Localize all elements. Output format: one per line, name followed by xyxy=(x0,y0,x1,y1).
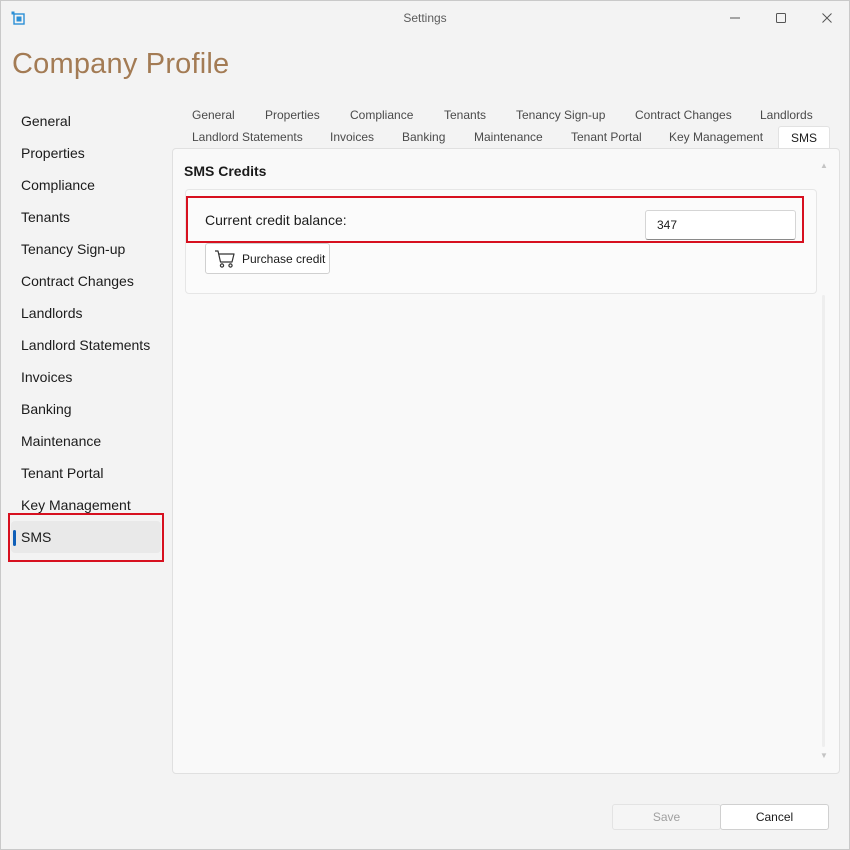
tab-row-2: Landlord Statements Invoices Banking Mai… xyxy=(173,126,841,150)
tab-compliance[interactable]: Compliance xyxy=(350,104,413,126)
sidebar-item-landlords[interactable]: Landlords xyxy=(11,297,161,329)
section-title: SMS Credits xyxy=(184,163,267,179)
sidebar-item-tenants[interactable]: Tenants xyxy=(11,201,161,233)
tab-tenants[interactable]: Tenants xyxy=(444,104,486,126)
sidebar-item-sms[interactable]: SMS xyxy=(11,521,161,553)
tab-maintenance[interactable]: Maintenance xyxy=(474,126,543,148)
sidebar-item-maintenance[interactable]: Maintenance xyxy=(11,425,161,457)
tab-landlord-statements[interactable]: Landlord Statements xyxy=(192,126,303,148)
sidebar-item-general[interactable]: General xyxy=(11,105,161,137)
sidebar-item-properties[interactable]: Properties xyxy=(11,137,161,169)
cancel-button[interactable]: Cancel xyxy=(720,804,829,830)
tab-tenancy-sign-up[interactable]: Tenancy Sign-up xyxy=(516,104,605,126)
scrollbar-track[interactable] xyxy=(822,295,825,747)
tab-general[interactable]: General xyxy=(192,104,235,126)
close-button[interactable] xyxy=(804,1,850,35)
sidebar-item-contract-changes[interactable]: Contract Changes xyxy=(11,265,161,297)
tab-row-1: General Properties Compliance Tenants Te… xyxy=(173,104,841,126)
sidebar-item-key-management[interactable]: Key Management xyxy=(11,489,161,521)
tab-sms[interactable]: SMS xyxy=(778,126,831,150)
sidebar-item-invoices[interactable]: Invoices xyxy=(11,361,161,393)
credit-balance-label: Current credit balance: xyxy=(205,212,347,228)
sidebar-item-compliance[interactable]: Compliance xyxy=(11,169,161,201)
tab-contract-changes[interactable]: Contract Changes xyxy=(635,104,732,126)
page-title: Company Profile xyxy=(12,48,230,80)
shopping-cart-icon xyxy=(215,249,235,268)
sidebar-item-banking[interactable]: Banking xyxy=(11,393,161,425)
credit-balance-field[interactable]: 347 xyxy=(645,210,796,240)
purchase-credit-label: Purchase credit xyxy=(242,251,326,266)
tab-banking[interactable]: Banking xyxy=(402,126,445,148)
scroll-down-arrow-icon[interactable]: ▼ xyxy=(819,751,829,761)
settings-tabs: General Properties Compliance Tenants Te… xyxy=(173,104,841,150)
maximize-icon xyxy=(776,13,786,23)
close-icon xyxy=(822,13,832,23)
tab-properties[interactable]: Properties xyxy=(265,104,320,126)
sidebar-item-tenancy-sign-up[interactable]: Tenancy Sign-up xyxy=(11,233,161,265)
maximize-button[interactable] xyxy=(758,1,804,35)
title-bar: Settings xyxy=(1,1,849,36)
tab-landlords[interactable]: Landlords xyxy=(760,104,813,126)
settings-window: Settings Company Profile General Propert… xyxy=(0,0,850,850)
sidebar-item-tenant-portal[interactable]: Tenant Portal xyxy=(11,457,161,489)
tab-key-management[interactable]: Key Management xyxy=(669,126,763,148)
minimize-button[interactable] xyxy=(712,1,758,35)
tab-invoices[interactable]: Invoices xyxy=(330,126,374,148)
scroll-up-arrow-icon[interactable]: ▲ xyxy=(819,161,829,171)
sms-credits-group xyxy=(185,189,817,294)
sms-settings-panel: SMS Credits Current credit balance: 347 … xyxy=(172,148,840,774)
sidebar-item-landlord-statements[interactable]: Landlord Statements xyxy=(11,329,161,361)
minimize-icon xyxy=(730,17,740,19)
tab-tenant-portal[interactable]: Tenant Portal xyxy=(571,126,642,148)
settings-sidebar: General Properties Compliance Tenants Te… xyxy=(11,105,161,553)
save-button[interactable]: Save xyxy=(612,804,721,830)
purchase-credit-button[interactable]: Purchase credit xyxy=(205,243,330,274)
